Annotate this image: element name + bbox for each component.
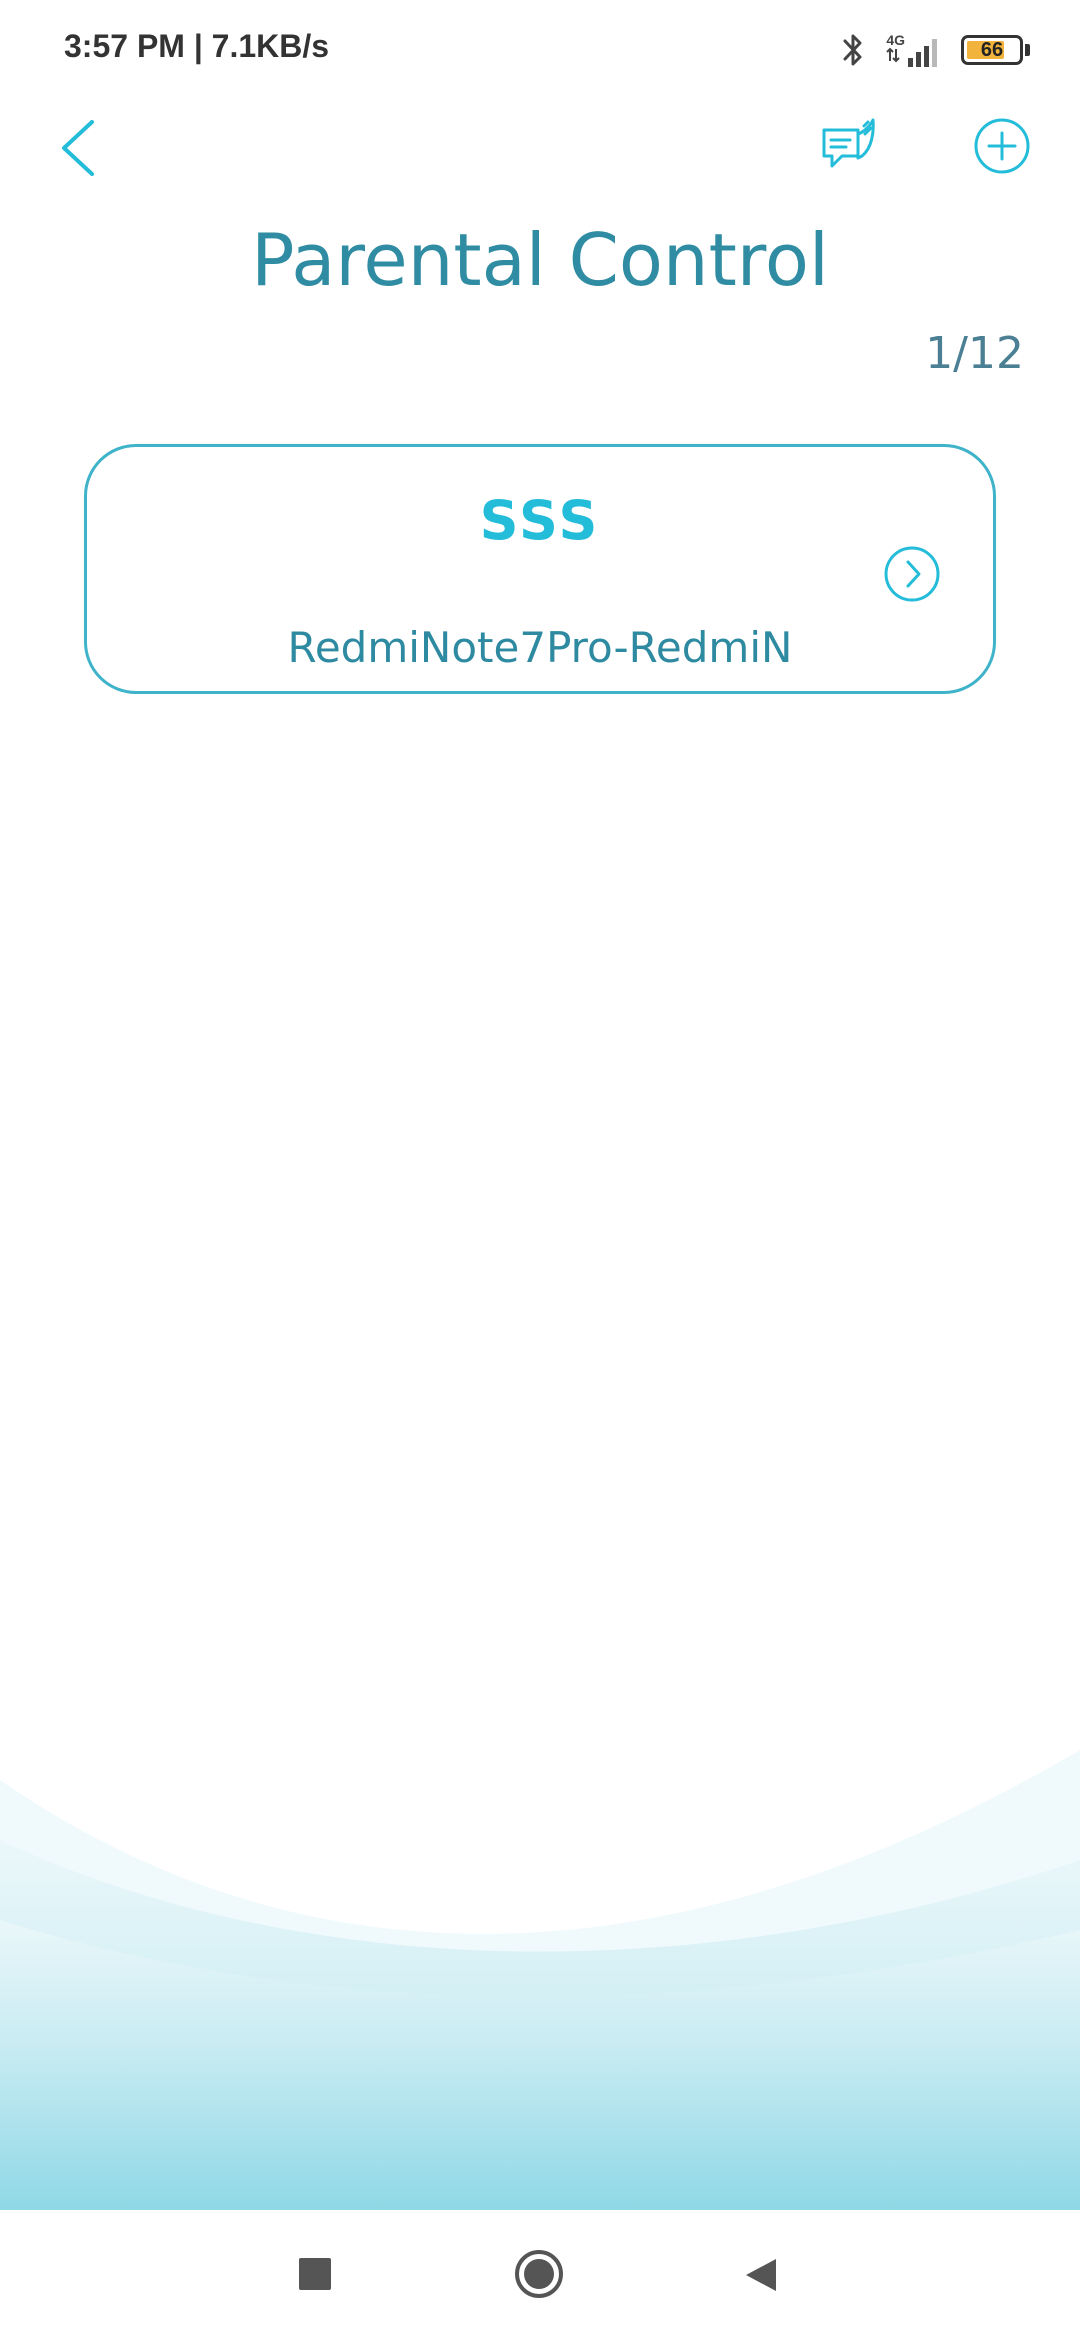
network-type-label: 4G (886, 31, 905, 48)
back-button[interactable] (48, 108, 112, 188)
feedback-icon (822, 118, 875, 168)
status-icons: 4G 66 (838, 26, 1030, 74)
profile-card[interactable]: SSS RedmiNote7Pro-RedmiN (84, 444, 996, 694)
bluetooth-icon (843, 34, 862, 66)
data-arrows-icon (886, 47, 901, 62)
profile-name: SSS (479, 489, 601, 552)
feedback-button[interactable] (818, 114, 880, 176)
chevron-right-circle-icon[interactable] (883, 545, 941, 603)
page-title: Parental Control (251, 218, 829, 302)
status-bar: 3:57 PM | 7.1KB/s 4G 66 (0, 0, 1080, 100)
signal-block: 4G (886, 33, 943, 68)
signal-strength-icon (908, 38, 937, 67)
add-profile-button[interactable] (972, 116, 1032, 176)
chevron-left-icon (62, 120, 94, 176)
wave-background (0, 1750, 1080, 2210)
status-time-speed: 3:57 PM | 7.1KB/s (64, 28, 330, 64)
recents-button[interactable] (299, 2258, 331, 2290)
profile-device-name: RedmiNote7Pro-RedmiN (287, 623, 793, 672)
system-back-button[interactable] (742, 2256, 780, 2294)
battery-icon: 66 (961, 35, 1023, 65)
plus-circle-icon (974, 118, 1030, 174)
page-counter: 1/12 (925, 328, 1024, 379)
battery-level: 66 (980, 39, 1004, 61)
home-button[interactable] (514, 2249, 564, 2299)
battery-cap (1025, 44, 1030, 56)
